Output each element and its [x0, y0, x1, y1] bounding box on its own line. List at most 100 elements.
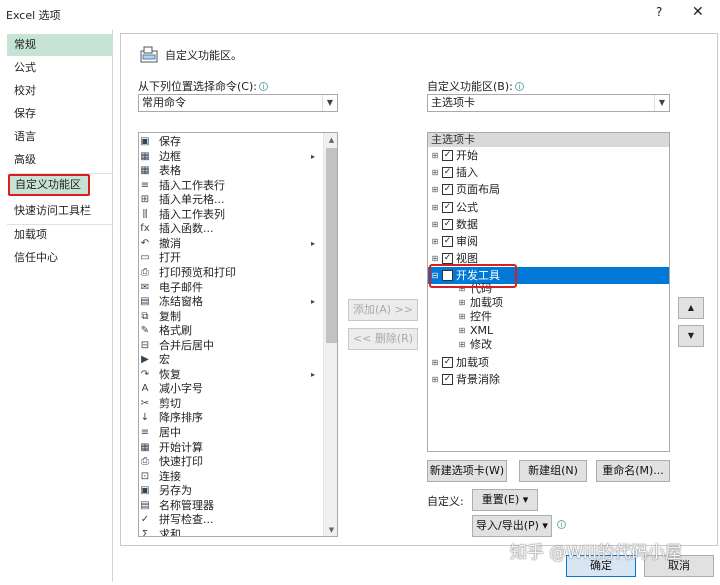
- command-list-item[interactable]: ↶ 撤消 ▸: [139, 237, 322, 252]
- checkbox[interactable]: ✓: [442, 201, 453, 213]
- tree-tab-item[interactable]: ⊞ ✓ 审阅: [431, 233, 665, 250]
- command-list-item[interactable]: ▦ 开始计算: [139, 441, 322, 456]
- command-label: 电子邮件: [159, 280, 203, 294]
- tree-group-item[interactable]: ⊞ 修改: [458, 338, 665, 352]
- checkbox[interactable]: ✓: [442, 253, 453, 265]
- tree-group-item[interactable]: ⊞ 加载项: [458, 296, 665, 310]
- command-list-item[interactable]: ⊞ 插入单元格...: [139, 193, 322, 208]
- checkbox[interactable]: ✓: [442, 184, 453, 196]
- expand-icon[interactable]: ⊞: [431, 220, 439, 229]
- command-list-item[interactable]: ▦ 边框 ▸: [139, 150, 322, 165]
- tree-item-label: 公式: [456, 200, 478, 214]
- tree-tab-item[interactable]: ⊞ ✓ 插入: [431, 164, 665, 181]
- rename-button[interactable]: 重命名(M)...: [596, 460, 670, 482]
- tree-item-label: 背景消除: [456, 372, 500, 386]
- command-list-item[interactable]: ▤ 冻结窗格 ▸: [139, 295, 322, 310]
- command-list-item[interactable]: ⎙ 打印预览和打印: [139, 266, 322, 281]
- add-button[interactable]: 添加(A) >>: [348, 299, 418, 321]
- sidebar-item-addins[interactable]: 加载项: [7, 224, 113, 246]
- center-icon: ≡: [140, 427, 150, 438]
- command-list-item[interactable]: ▣ 保存: [139, 135, 322, 150]
- new-group-button[interactable]: 新建组(N): [519, 460, 587, 482]
- checkbox[interactable]: ✓: [442, 167, 453, 179]
- remove-button[interactable]: << 删除(R): [348, 328, 418, 350]
- sidebar-item-customize-ribbon[interactable]: 自定义功能区: [8, 174, 90, 196]
- command-list-item[interactable]: ⎙ 快速打印: [139, 455, 322, 470]
- commands-scrollbar[interactable]: ▲ ▼: [323, 133, 337, 536]
- command-list-item[interactable]: A 减小字号: [139, 382, 322, 397]
- expand-icon[interactable]: ⊞: [431, 169, 439, 177]
- new-tab-button[interactable]: 新建选项卡(W): [427, 460, 507, 482]
- expand-icon[interactable]: ⊞: [431, 152, 439, 160]
- expand-icon[interactable]: ⊞: [431, 186, 439, 194]
- command-list-item[interactable]: ≡ 居中: [139, 426, 322, 441]
- sidebar-item-quick-access[interactable]: 快速访问工具栏: [7, 200, 113, 222]
- command-list-item[interactable]: ▦ 表格: [139, 164, 322, 179]
- sidebar-item-general[interactable]: 常规: [7, 34, 113, 56]
- expand-icon[interactable]: ⊞: [431, 203, 439, 212]
- undo-icon: ↶: [140, 237, 150, 249]
- expand-icon[interactable]: ⊞: [431, 358, 439, 367]
- expand-icon[interactable]: ⊞: [431, 238, 439, 246]
- commands-list[interactable]: ▣ 保存 ▦ 边框 ▸ ▦ 表格 ≡ 插入工作表行 ⊞ 插入单元格... ⫼ 插入工作表列 fx 插入函数.…: [138, 132, 338, 537]
- checkbox[interactable]: ✓: [442, 150, 453, 161]
- sidebar-item-proofing[interactable]: 校对: [7, 80, 113, 102]
- command-list-item[interactable]: ⫼ 插入工作表列: [139, 208, 322, 223]
- expand-icon[interactable]: ⊞: [458, 341, 466, 349]
- command-list-item[interactable]: ⧉ 复制: [139, 310, 322, 325]
- tree-tab-item[interactable]: ⊞ ✓ 开始: [431, 147, 665, 164]
- tree-tab-item[interactable]: ⊞ ✓ 公式: [431, 199, 665, 216]
- scrollbar-thumb[interactable]: [326, 148, 337, 343]
- reset-button[interactable]: 重置(E) ▾: [472, 489, 538, 511]
- sidebar-item-trust-center[interactable]: 信任中心: [7, 247, 113, 269]
- scroll-up-icon[interactable]: ▲: [324, 133, 337, 147]
- tree-tab-item[interactable]: ⊞ ✓ 加载项: [431, 354, 665, 371]
- tree-group-item[interactable]: ⊞ 控件: [458, 310, 665, 324]
- sidebar-item-save[interactable]: 保存: [7, 103, 113, 125]
- sidebar-item-formulas[interactable]: 公式: [7, 57, 113, 79]
- expand-icon[interactable]: ⊞: [458, 298, 466, 307]
- command-list-item[interactable]: ▭ 打开: [139, 251, 322, 266]
- sidebar-item-language[interactable]: 语言: [7, 126, 113, 148]
- expand-icon[interactable]: ⊞: [431, 375, 439, 384]
- sidebar-item-advanced[interactable]: 高级: [7, 149, 113, 171]
- tree-group-item[interactable]: ⊞ XML: [458, 324, 665, 338]
- tree-tab-item[interactable]: ⊞ ✓ 背景消除: [431, 371, 665, 388]
- ribbon-tabs-tree[interactable]: 主选项卡 ⊞ ✓ 开始 ⊞ ✓ 插入 ⊞ ✓ 页面布局 ⊞ ✓ 公式 ⊞ ✓ 数据 ⊞ ✓ 审阅 ⊞ ✓ 视图 ⊟ 开发工具…: [427, 132, 670, 452]
- command-list-item[interactable]: ▶ 宏: [139, 353, 322, 368]
- command-list-item[interactable]: ↷ 恢复 ▸: [139, 368, 322, 383]
- name-manager-icon: ▤: [140, 499, 150, 511]
- command-list-item[interactable]: ▤ 名称管理器: [139, 499, 322, 514]
- command-list-item[interactable]: ✎ 格式刷: [139, 324, 322, 339]
- merge-center-icon: ⊟: [140, 339, 150, 351]
- choose-commands-dropdown[interactable]: 常用命令 ▼: [138, 94, 338, 112]
- expand-icon[interactable]: ⊞: [431, 255, 439, 263]
- checkbox[interactable]: ✓: [442, 236, 453, 247]
- command-list-item[interactable]: fx 插入函数...: [139, 222, 322, 237]
- command-list-item[interactable]: ≡ 插入工作表行: [139, 179, 322, 194]
- customize-ribbon-dropdown[interactable]: 主选项卡 ▼: [427, 94, 670, 112]
- command-label: 开始计算: [159, 440, 203, 454]
- checkbox[interactable]: ✓: [442, 356, 453, 368]
- tree-tab-item[interactable]: ⊞ ✓ 页面布局: [431, 181, 665, 198]
- checkbox[interactable]: ✓: [442, 373, 453, 385]
- command-list-item[interactable]: ✂ 剪切: [139, 397, 322, 412]
- tree-tab-item[interactable]: ⊞ ✓ 数据: [431, 216, 665, 233]
- command-label: 表格: [159, 164, 181, 178]
- move-down-button[interactable]: ▼: [678, 325, 704, 347]
- close-button[interactable]: ✕: [692, 4, 704, 20]
- command-list-item[interactable]: ↓ 降序排序: [139, 411, 322, 426]
- command-list-item[interactable]: ✓ 拼写检查...: [139, 513, 322, 528]
- expand-icon[interactable]: ⊞: [458, 327, 466, 335]
- move-up-button[interactable]: ▲: [678, 297, 704, 319]
- expand-icon[interactable]: ⊞: [458, 313, 466, 321]
- import-export-button[interactable]: 导入/导出(P) ▾: [472, 515, 552, 537]
- checkbox[interactable]: ✓: [442, 218, 453, 230]
- command-list-item[interactable]: ▣ 另存为: [139, 484, 322, 499]
- scroll-down-icon[interactable]: ▼: [324, 523, 337, 536]
- command-list-item[interactable]: ⊡ 连接: [139, 470, 322, 485]
- command-list-item[interactable]: Σ 求和: [139, 528, 322, 536]
- command-list-item[interactable]: ⊟ 合并后居中: [139, 339, 322, 354]
- help-button[interactable]: ?: [656, 5, 662, 19]
- command-list-item[interactable]: ✉ 电子邮件: [139, 281, 322, 296]
